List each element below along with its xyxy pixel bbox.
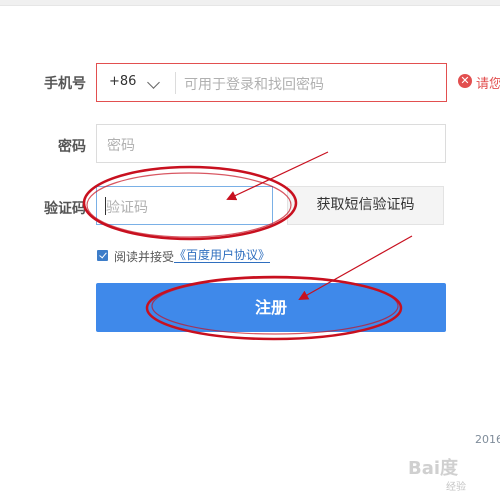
baidu-jingyan-watermark: Bai度 经验 <box>380 452 500 496</box>
top-divider <box>0 0 500 6</box>
phone-input[interactable]: 可用于登录和找回密码 <box>184 74 324 94</box>
agreement-text: 阅读并接受 <box>114 250 175 264</box>
password-input[interactable]: 密码 <box>107 135 135 155</box>
phone-error-message: 请您 <box>476 77 500 92</box>
password-field[interactable]: 密码 <box>96 124 446 163</box>
captcha-input[interactable]: 验证码 <box>106 197 148 217</box>
error-icon: ✕ <box>458 74 472 88</box>
user-agreement-link[interactable]: 《百度用户协议》 <box>174 248 271 263</box>
captcha-label: 验证码 <box>44 201 86 217</box>
phone-field[interactable]: +86 可用于登录和找回密码 <box>96 63 447 102</box>
footer-year: 2016 <box>475 433 500 446</box>
country-code-select[interactable]: +86 <box>109 74 136 89</box>
chevron-down-icon[interactable] <box>147 76 160 89</box>
phone-label: 手机号 <box>44 76 86 92</box>
watermark-brand: Bai度 <box>408 458 459 479</box>
get-sms-code-button[interactable]: 获取短信验证码 <box>287 186 444 225</box>
captcha-field[interactable]: 验证码 <box>96 186 273 225</box>
field-separator <box>175 72 176 94</box>
agreement-checkbox[interactable] <box>97 250 108 261</box>
register-button[interactable]: 注册 <box>96 283 446 332</box>
watermark-subtext: 经验 <box>446 482 466 493</box>
password-label: 密码 <box>58 139 86 155</box>
